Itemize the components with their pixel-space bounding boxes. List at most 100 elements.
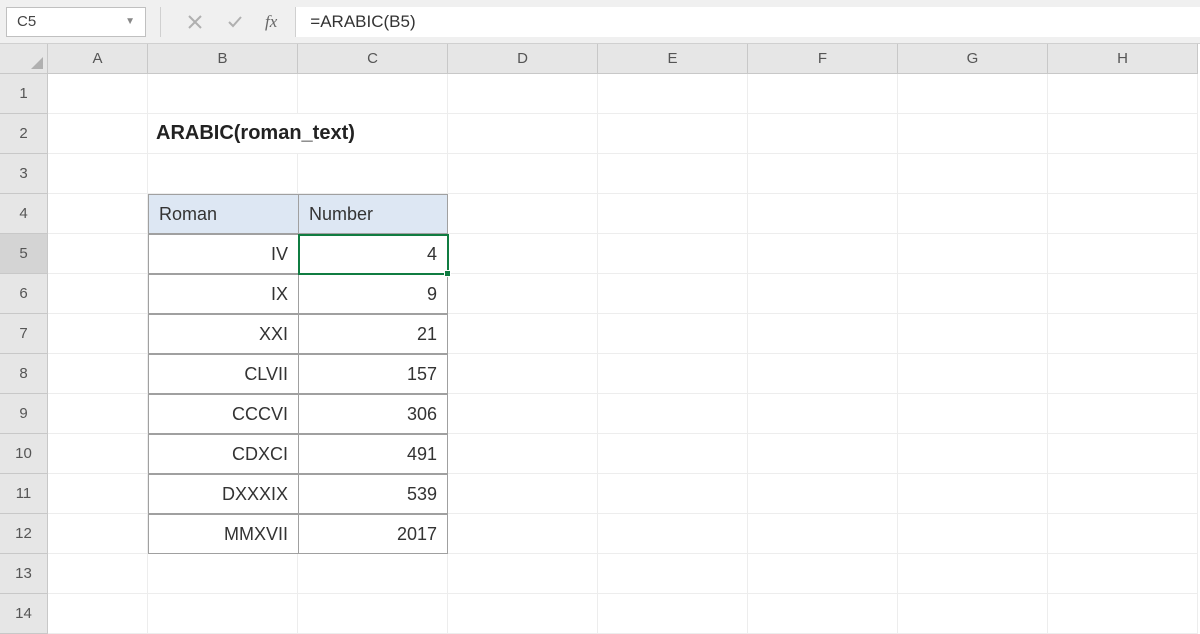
cell-G13[interactable]: [898, 554, 1048, 594]
check-icon[interactable]: [223, 10, 247, 34]
cell-A9[interactable]: [48, 394, 148, 434]
cell-E4[interactable]: [598, 194, 748, 234]
cell-D9[interactable]: [448, 394, 598, 434]
cell-C14[interactable]: [298, 594, 448, 634]
cell-C5[interactable]: 4: [298, 234, 448, 274]
cell-E13[interactable]: [598, 554, 748, 594]
row-header-8[interactable]: 8: [0, 354, 48, 394]
cell-D6[interactable]: [448, 274, 598, 314]
cell-D10[interactable]: [448, 434, 598, 474]
row-header-14[interactable]: 14: [0, 594, 48, 634]
cell-H4[interactable]: [1048, 194, 1198, 234]
col-header-D[interactable]: D: [448, 44, 598, 74]
cell-H12[interactable]: [1048, 514, 1198, 554]
cell-F13[interactable]: [748, 554, 898, 594]
cell-H9[interactable]: [1048, 394, 1198, 434]
cell-F6[interactable]: [748, 274, 898, 314]
col-header-E[interactable]: E: [598, 44, 748, 74]
cell-F3[interactable]: [748, 154, 898, 194]
cell-F7[interactable]: [748, 314, 898, 354]
cell-B11[interactable]: DXXXIX: [148, 474, 298, 514]
cell-G11[interactable]: [898, 474, 1048, 514]
col-header-F[interactable]: F: [748, 44, 898, 74]
cell-A7[interactable]: [48, 314, 148, 354]
cell-D3[interactable]: [448, 154, 598, 194]
cell-H14[interactable]: [1048, 594, 1198, 634]
cell-H6[interactable]: [1048, 274, 1198, 314]
cell-F12[interactable]: [748, 514, 898, 554]
cell-H5[interactable]: [1048, 234, 1198, 274]
cell-G10[interactable]: [898, 434, 1048, 474]
cell-G14[interactable]: [898, 594, 1048, 634]
cell-G1[interactable]: [898, 74, 1048, 114]
cell-B3[interactable]: [148, 154, 298, 194]
cell-A4[interactable]: [48, 194, 148, 234]
cell-A13[interactable]: [48, 554, 148, 594]
row-header-2[interactable]: 2: [0, 114, 48, 154]
cell-A8[interactable]: [48, 354, 148, 394]
row-header-10[interactable]: 10: [0, 434, 48, 474]
cell-C9[interactable]: 306: [298, 394, 448, 434]
row-header-5[interactable]: 5: [0, 234, 48, 274]
col-header-A[interactable]: A: [48, 44, 148, 74]
cell-F5[interactable]: [748, 234, 898, 274]
cell-D1[interactable]: [448, 74, 598, 114]
cell-B7[interactable]: XXI: [148, 314, 298, 354]
col-header-C[interactable]: C: [298, 44, 448, 74]
cell-D5[interactable]: [448, 234, 598, 274]
cell-F11[interactable]: [748, 474, 898, 514]
cell-D2[interactable]: [448, 114, 598, 154]
cell-B5[interactable]: IV: [148, 234, 298, 274]
cell-A12[interactable]: [48, 514, 148, 554]
select-all-corner[interactable]: [0, 44, 48, 74]
table-header-number[interactable]: Number: [298, 194, 448, 234]
cell-C6[interactable]: 9: [298, 274, 448, 314]
cell-D8[interactable]: [448, 354, 598, 394]
cell-B2[interactable]: ARABIC(roman_text): [148, 114, 298, 154]
cell-G5[interactable]: [898, 234, 1048, 274]
cell-A3[interactable]: [48, 154, 148, 194]
name-box[interactable]: C5 ▼: [6, 7, 146, 37]
cell-D13[interactable]: [448, 554, 598, 594]
cell-G3[interactable]: [898, 154, 1048, 194]
cell-C12[interactable]: 2017: [298, 514, 448, 554]
cell-C10[interactable]: 491: [298, 434, 448, 474]
row-header-6[interactable]: 6: [0, 274, 48, 314]
cell-E12[interactable]: [598, 514, 748, 554]
cell-F8[interactable]: [748, 354, 898, 394]
cell-D7[interactable]: [448, 314, 598, 354]
cancel-icon[interactable]: [183, 10, 207, 34]
row-header-1[interactable]: 1: [0, 74, 48, 114]
row-header-9[interactable]: 9: [0, 394, 48, 434]
cell-E6[interactable]: [598, 274, 748, 314]
row-header-7[interactable]: 7: [0, 314, 48, 354]
cell-B12[interactable]: MMXVII: [148, 514, 298, 554]
cell-G6[interactable]: [898, 274, 1048, 314]
cell-B1[interactable]: [148, 74, 298, 114]
row-header-11[interactable]: 11: [0, 474, 48, 514]
chevron-down-icon[interactable]: ▼: [125, 16, 135, 27]
cell-F10[interactable]: [748, 434, 898, 474]
cell-C2[interactable]: [298, 114, 448, 154]
cell-H13[interactable]: [1048, 554, 1198, 594]
cell-H8[interactable]: [1048, 354, 1198, 394]
cell-C7[interactable]: 21: [298, 314, 448, 354]
cell-E8[interactable]: [598, 354, 748, 394]
row-header-3[interactable]: 3: [0, 154, 48, 194]
fx-icon[interactable]: fx: [265, 12, 277, 32]
col-header-B[interactable]: B: [148, 44, 298, 74]
cell-B14[interactable]: [148, 594, 298, 634]
cell-F2[interactable]: [748, 114, 898, 154]
cell-F1[interactable]: [748, 74, 898, 114]
cell-H2[interactable]: [1048, 114, 1198, 154]
cell-E7[interactable]: [598, 314, 748, 354]
cell-G8[interactable]: [898, 354, 1048, 394]
cell-G4[interactable]: [898, 194, 1048, 234]
cell-C3[interactable]: [298, 154, 448, 194]
cell-C8[interactable]: 157: [298, 354, 448, 394]
cell-E11[interactable]: [598, 474, 748, 514]
cell-A14[interactable]: [48, 594, 148, 634]
cell-H7[interactable]: [1048, 314, 1198, 354]
cell-D11[interactable]: [448, 474, 598, 514]
cell-C13[interactable]: [298, 554, 448, 594]
